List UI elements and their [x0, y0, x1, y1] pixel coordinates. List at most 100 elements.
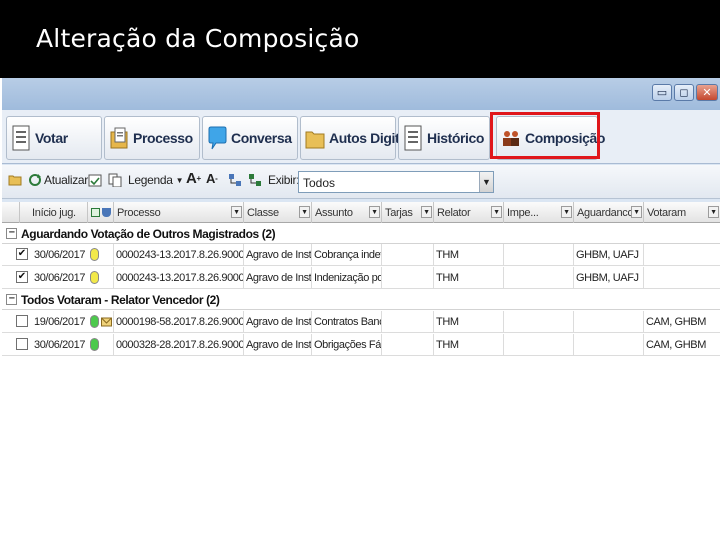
refresh-button[interactable]: Atualizar	[28, 173, 88, 187]
cell-aguardando: GHBM, UAFJ	[574, 267, 644, 289]
status-yellow-icon	[90, 248, 99, 261]
cell-status	[88, 267, 114, 289]
cell-classe: Agravo de Instrumento	[244, 244, 312, 266]
expand-tree-icon[interactable]	[228, 173, 242, 187]
table-row[interactable]: 30/06/2017 0000328-28.2017.8.26.9000 Agr…	[2, 334, 720, 356]
header-votaram[interactable]: Votaram ▼	[644, 202, 720, 223]
envelope-icon	[101, 317, 112, 327]
speech-bubble-icon	[208, 126, 227, 150]
folder-open-icon[interactable]	[8, 173, 22, 187]
tab-votar[interactable]: Votar	[6, 116, 102, 160]
cell-relator: THM	[434, 334, 504, 356]
header-label: Assunto	[315, 206, 353, 219]
collapse-tree-icon[interactable]	[248, 173, 262, 187]
refresh-label: Atualizar	[44, 173, 88, 187]
status-yellow-icon	[90, 271, 99, 284]
tab-historico[interactable]: Histórico	[398, 116, 490, 160]
chevron-down-icon[interactable]: ▼	[299, 206, 310, 218]
cell-date: 30/06/2017	[34, 249, 86, 261]
cell-classe: Agravo de Instrumento	[244, 267, 312, 289]
cell-tarjas	[382, 244, 434, 266]
cell-assunto: Contratos Bancários	[312, 311, 382, 333]
calendar-check-icon[interactable]	[88, 173, 102, 187]
header-processo[interactable]: Processo ▼	[114, 202, 244, 223]
tab-processo[interactable]: Processo	[104, 116, 200, 160]
maximize-button[interactable]: ◻	[674, 84, 694, 101]
header-aguardando[interactable]: Aguardanco. ▼	[574, 202, 644, 223]
legend-dropdown[interactable]: Legenda ▼	[128, 173, 184, 187]
tab-label: Votar	[35, 130, 68, 146]
header-tarjas[interactable]: Tarjas ▼	[382, 202, 434, 223]
header-label: Tarjas	[385, 206, 413, 219]
cell-aguardando: GHBM, UAFJ	[574, 244, 644, 266]
row-checkbox[interactable]: ✔	[16, 271, 28, 283]
toolbar: Atualizar Legenda ▼ A + A- Exibir: Todos …	[2, 165, 720, 199]
close-button[interactable]: ✕	[696, 84, 718, 101]
group-label: Todos Votaram - Relator Vencedor (2)	[21, 292, 220, 307]
cell-assunto: Obrigações Fálq	[312, 334, 382, 356]
cell-processo: 0000328-28.2017.8.26.9000	[114, 334, 244, 356]
process-grid: Início jug. Processo ▼ Classe ▼ Assunto ▼ T…	[2, 202, 720, 374]
collapse-icon[interactable]: −	[6, 228, 17, 239]
window-titlebar: ▭ ◻ ✕	[2, 78, 720, 110]
cell-relator: THM	[434, 244, 504, 266]
cell-impedimento	[504, 334, 574, 356]
cell-classe: Agravo de Instrumento	[244, 311, 312, 333]
row-checkbox[interactable]: ✔	[16, 248, 28, 260]
chevron-down-icon[interactable]: ▼	[491, 206, 502, 218]
chevron-down-icon[interactable]: ▼	[479, 172, 493, 192]
header-label: Votaram	[647, 206, 686, 219]
font-increase-button[interactable]: A +	[186, 170, 201, 187]
cell-votaram	[644, 267, 720, 289]
header-inicio[interactable]: Início jug.	[20, 202, 88, 223]
font-decrease-button[interactable]: A-	[206, 171, 218, 186]
header-spacer	[2, 202, 20, 223]
chevron-down-icon[interactable]: ▼	[561, 206, 572, 218]
table-row[interactable]: 19/06/2017 0000198-58.2017.8.26.9000 Agr…	[2, 311, 720, 333]
chevron-down-icon[interactable]: ▼	[708, 206, 719, 218]
copy-icon[interactable]	[108, 173, 122, 187]
filter-select[interactable]: Todos ▼	[298, 171, 494, 193]
tab-label: Processo	[133, 130, 193, 146]
tab-conversa[interactable]: Conversa	[202, 116, 298, 160]
composicao-highlight-box	[490, 112, 600, 159]
cell-processo: 0000243-13.2017.8.26.9000	[114, 244, 244, 266]
row-checkbox[interactable]	[16, 338, 28, 350]
cell-classe: Agravo de Instrumento	[244, 334, 312, 356]
legend-label: Legenda	[128, 173, 173, 187]
document-list-icon	[404, 125, 422, 151]
group-header-aguardando[interactable]: − Aguardando Votação de Outros Magistrad…	[2, 224, 720, 244]
tab-autos-digitais[interactable]: Autos Digitais	[300, 116, 418, 160]
row-checkbox[interactable]	[16, 315, 28, 327]
tab-label: Histórico	[427, 130, 485, 146]
cell-status	[88, 244, 114, 266]
header-impedimento[interactable]: Impe... ▼	[504, 202, 574, 223]
cell-relator: THM	[434, 267, 504, 289]
collapse-icon[interactable]: −	[6, 294, 17, 305]
chevron-down-icon[interactable]: ▼	[631, 206, 642, 218]
tab-label: Conversa	[231, 130, 292, 146]
chevron-down-icon: ▼	[175, 175, 184, 185]
status-green-icon	[90, 315, 99, 328]
cell-aguardando	[574, 311, 644, 333]
header-relator[interactable]: Relator ▼	[434, 202, 504, 223]
document-list-icon	[12, 125, 30, 151]
table-row[interactable]: ✔ 30/06/2017 0000243-13.2017.8.26.9000 A…	[2, 267, 720, 289]
cell-date: 30/06/2017	[34, 272, 86, 284]
chevron-down-icon[interactable]: ▼	[231, 206, 242, 218]
cell-processo: 0000243-13.2017.8.26.9000	[114, 267, 244, 289]
header-label: Aguardanco.	[577, 206, 637, 219]
cell-processo: 0000198-58.2017.8.26.9000	[114, 311, 244, 333]
app-window: ▭ ◻ ✕ Votar Processo Conversa Autos Digi…	[2, 78, 720, 374]
cell-impedimento	[504, 244, 574, 266]
chevron-down-icon[interactable]: ▼	[421, 206, 432, 218]
cell-date: 30/06/2017	[34, 339, 86, 351]
header-classe[interactable]: Classe ▼	[244, 202, 312, 223]
minimize-button[interactable]: ▭	[652, 84, 672, 101]
cell-tarjas	[382, 334, 434, 356]
group-header-todos-votaram[interactable]: − Todos Votaram - Relator Vencedor (2)	[2, 290, 720, 310]
folder-document-icon	[110, 127, 128, 149]
chevron-down-icon[interactable]: ▼	[369, 206, 380, 218]
header-assunto[interactable]: Assunto ▼	[312, 202, 382, 223]
table-row[interactable]: ✔ 30/06/2017 0000243-13.2017.8.26.9000 A…	[2, 244, 720, 266]
